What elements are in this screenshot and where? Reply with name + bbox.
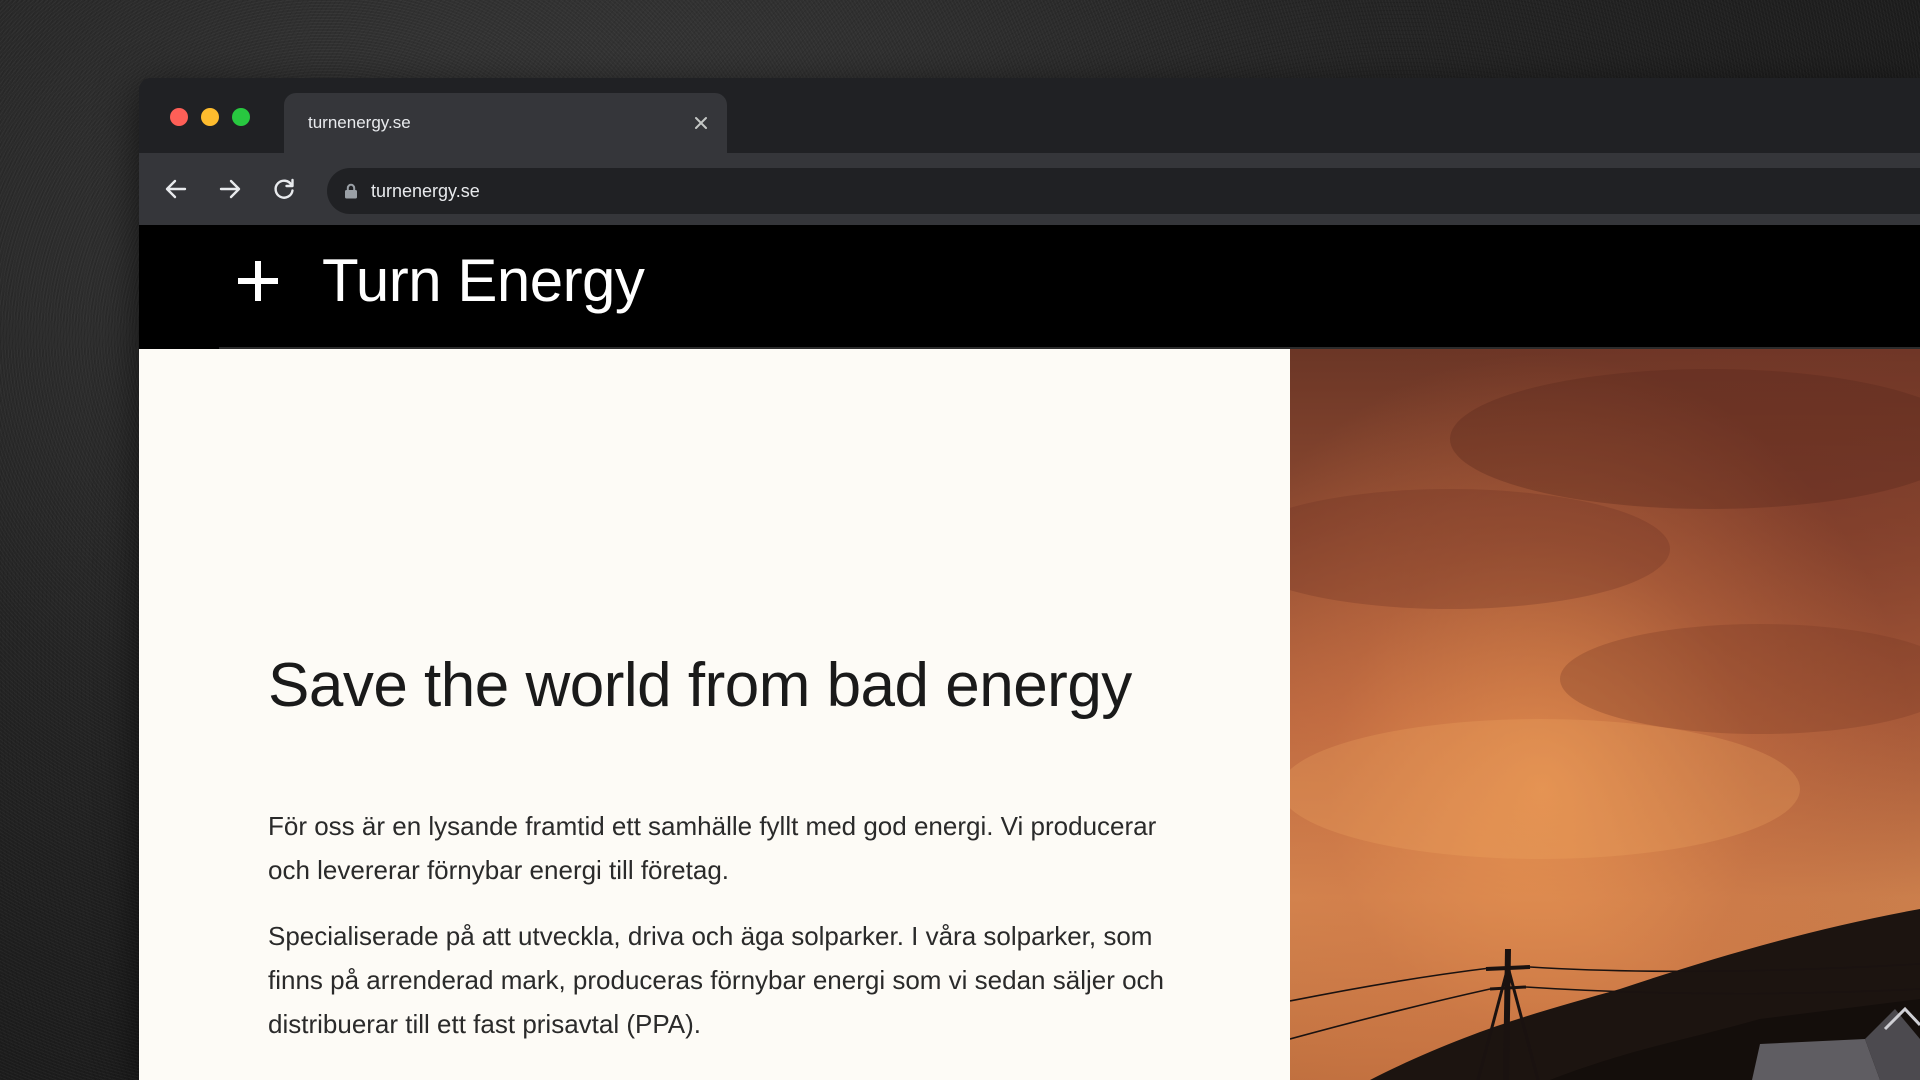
- tab-bar: turnenergy.se: [139, 78, 1920, 153]
- arrow-right-icon[interactable]: [212, 171, 248, 207]
- sunset-landscape-illustration: [1290, 369, 1920, 1080]
- minimize-window-button[interactable]: [201, 108, 219, 126]
- tab-title: turnenergy.se: [308, 113, 411, 132]
- hero-image: [1290, 349, 1920, 1080]
- reload-icon[interactable]: [266, 171, 302, 207]
- hero-paragraph-2: Specialiserade på att utveckla, driva oc…: [268, 921, 1165, 1039]
- web-page: Turn Energy Save the world from bad ener…: [139, 226, 1920, 1080]
- lock-icon[interactable]: [343, 183, 359, 199]
- close-window-button[interactable]: [170, 108, 188, 126]
- browser-window: turnenergy.se turnenergy.se Turn Energy …: [139, 78, 1920, 1080]
- hero-paragraph-1: För oss är en lysande framtid ett samhäl…: [268, 811, 1157, 885]
- tab-active[interactable]: turnenergy.se: [284, 93, 727, 153]
- hero-text-panel: Save the world from bad energy För oss ä…: [139, 349, 1290, 1080]
- address-bar[interactable]: turnenergy.se: [327, 168, 1920, 214]
- window-controls: [170, 108, 250, 126]
- plus-logo-icon[interactable]: [235, 258, 281, 304]
- url-text: turnenergy.se: [371, 180, 480, 201]
- brand-name[interactable]: Turn Energy: [322, 246, 645, 316]
- arrow-left-icon[interactable]: [158, 171, 194, 207]
- hero-headline: Save the world from bad energy: [268, 651, 1132, 720]
- site-header: Turn Energy: [139, 226, 1920, 349]
- maximize-window-button[interactable]: [232, 108, 250, 126]
- close-icon[interactable]: [689, 111, 713, 135]
